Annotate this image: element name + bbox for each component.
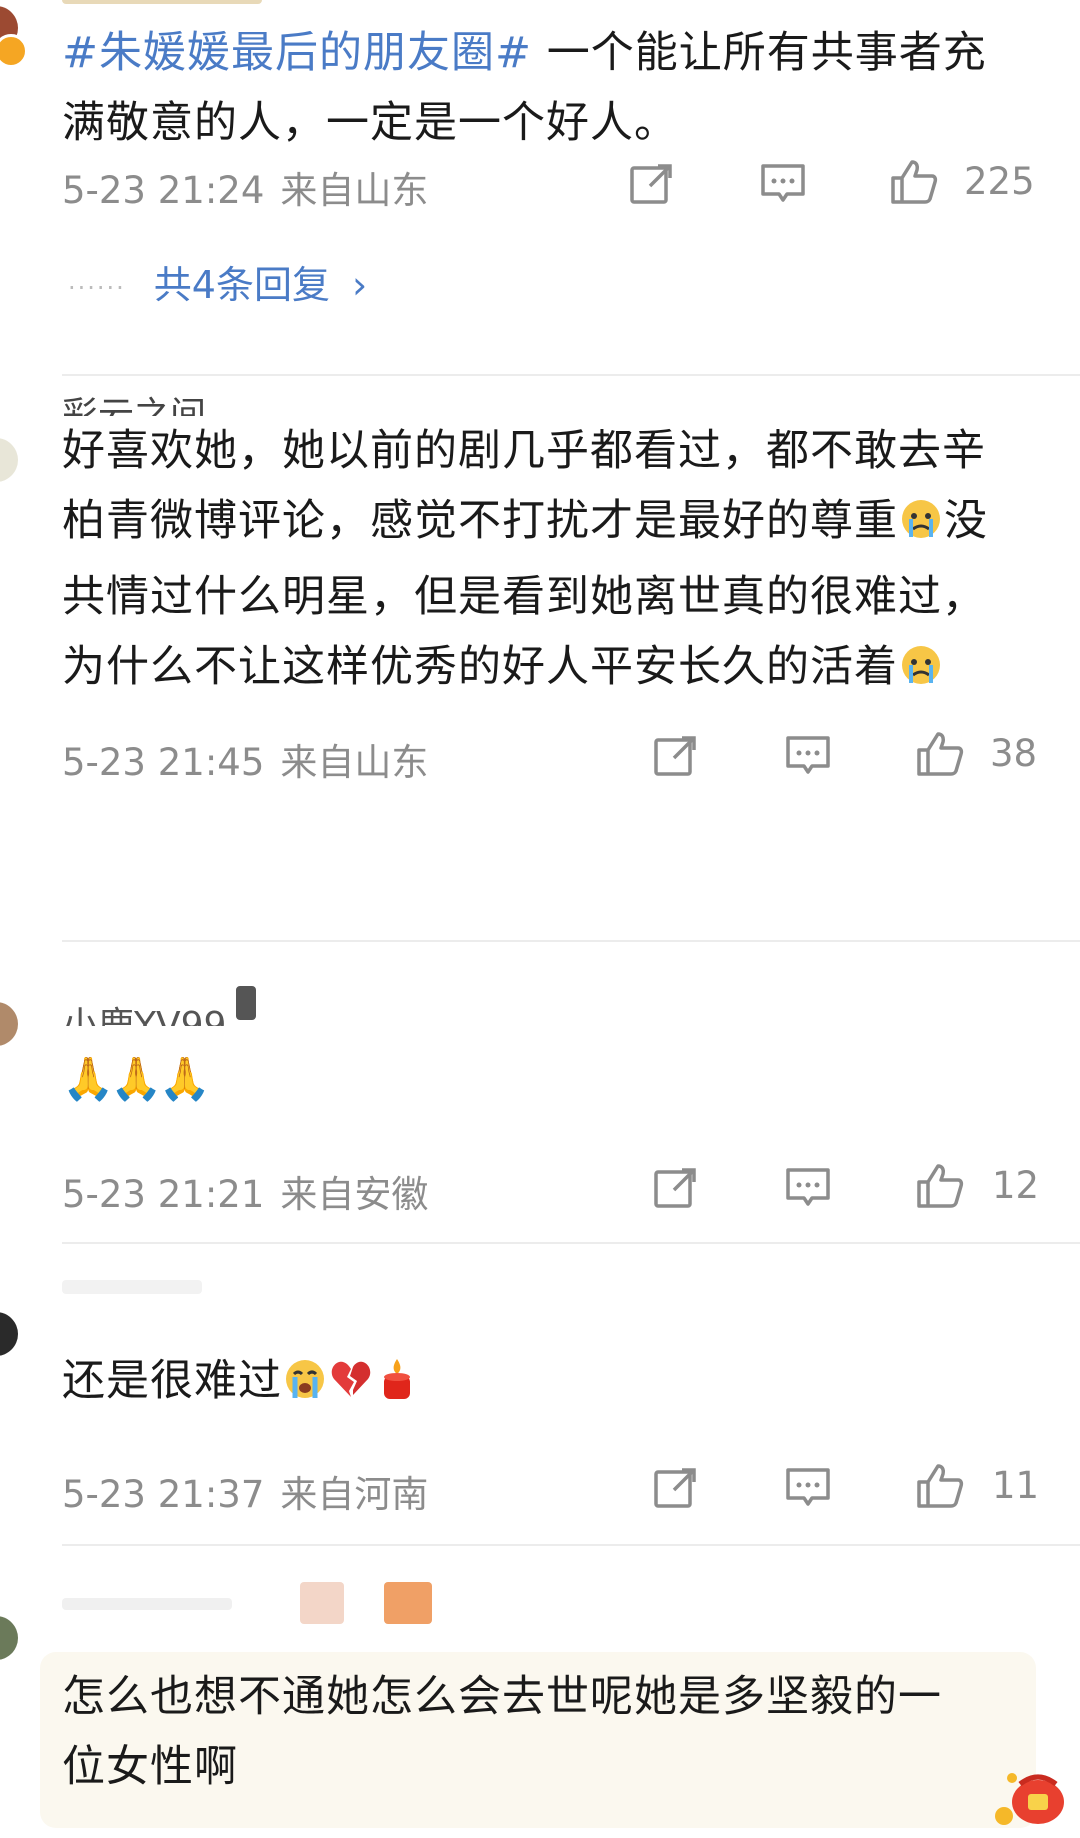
comment-meta: 5-23 21:21 来自安徽: [62, 1164, 428, 1218]
folded-hands-icon: 🙏🙏🙏: [62, 1054, 211, 1103]
timestamp: 5-23 21:24: [62, 169, 265, 212]
avatar[interactable]: [0, 1616, 18, 1660]
username-obscured: [236, 986, 256, 1020]
view-replies-link[interactable]: ······ 共4条回复 ›: [68, 254, 367, 309]
comment-button[interactable]: [782, 1162, 834, 1214]
share-button[interactable]: [650, 1462, 702, 1514]
timestamp: 5-23 21:45: [62, 741, 265, 784]
location: 来自山东: [280, 169, 429, 212]
comment-icon: [761, 164, 805, 202]
username-obscured: [62, 1280, 202, 1294]
share-icon: [654, 736, 696, 776]
avatar[interactable]: [0, 1312, 18, 1356]
comment-text: #朱媛媛最后的朋友圈# 一个能让所有共事者充满敬意的人，一定是一个好人。: [62, 18, 1022, 158]
comment-icon: [786, 1168, 830, 1206]
thumbs-up-icon: [917, 1464, 964, 1508]
crying-face-icon: [899, 638, 943, 708]
broken-heart-icon: [329, 1352, 373, 1422]
like-count: 38: [990, 732, 1038, 775]
chevron-right-icon: ›: [351, 263, 368, 307]
comment-text: 🙏🙏🙏: [62, 1044, 1022, 1114]
location: 来自河南: [280, 1473, 429, 1516]
avatar[interactable]: [0, 1002, 18, 1046]
loudly-crying-face-icon: [283, 1352, 327, 1422]
like-button[interactable]: [914, 1460, 966, 1512]
share-icon: [654, 1468, 696, 1508]
comment-text: 还是很难过: [62, 1346, 1022, 1422]
crying-face-icon: [899, 492, 943, 562]
thumbs-up-icon: [917, 1164, 964, 1208]
share-button[interactable]: [626, 158, 678, 210]
comment-body: 还是很难过: [62, 1356, 282, 1406]
like-count: 11: [992, 1464, 1040, 1507]
share-icon: [654, 1168, 696, 1208]
comment-button[interactable]: [782, 1462, 834, 1514]
comment-item: 还是很难过 5-23 21:37 来自河南 11: [0, 1244, 1080, 1546]
comment-body-part: 好喜欢她，她以前的剧几乎都看过，都不敢去辛柏青微博评论，感觉不打扰才是最好的尊重: [62, 426, 986, 546]
comment-item: 彩云之间 好喜欢她，她以前的剧几乎都看过，都不敢去辛柏青微博评论，感觉不打扰才是…: [0, 376, 1080, 942]
lucky-bag-icon: [990, 1760, 1072, 1830]
comment-icon: [786, 736, 830, 774]
comment-item: 怎么也想不通她怎么会去世呢她是多坚毅的一位女性啊: [0, 1546, 1080, 1838]
comment-text: 好喜欢她，她以前的剧几乎都看过，都不敢去辛柏青微博评论，感觉不打扰才是最好的尊重…: [62, 416, 1022, 708]
comment-body: 怎么也想不通她怎么会去世呢她是多坚毅的一位女性啊: [62, 1672, 942, 1792]
comment-meta: 5-23 21:24 来自山东: [62, 160, 428, 214]
like-count: 12: [992, 1164, 1040, 1207]
location: 来自山东: [280, 741, 429, 784]
username-obscured: [384, 1582, 432, 1624]
verified-badge-icon: [0, 34, 28, 68]
comment-button[interactable]: [757, 158, 809, 210]
location: 来自安徽: [280, 1173, 429, 1216]
username[interactable]: 小鹿YV99: [62, 996, 226, 1026]
like-button[interactable]: [914, 1160, 966, 1212]
like-count: 225: [964, 160, 1035, 203]
username-obscured: [300, 1582, 344, 1624]
reply-dots: ······: [68, 273, 126, 302]
avatar[interactable]: [0, 438, 18, 482]
comment-meta: 5-23 21:37 来自河南: [62, 1464, 428, 1518]
timestamp: 5-23 21:21: [62, 1173, 265, 1216]
comment-item: 小鹿YV99 🙏🙏🙏 5-23 21:21 来自安徽 12: [0, 942, 1080, 1244]
comment-meta: 5-23 21:45 来自山东: [62, 732, 428, 786]
comment-button[interactable]: [782, 730, 834, 782]
comment-icon: [786, 1468, 830, 1506]
thumbs-up-icon: [891, 160, 938, 204]
hashtag-link[interactable]: #朱媛媛最后的朋友圈#: [62, 28, 532, 78]
like-button[interactable]: [888, 156, 940, 208]
username-obscured: [62, 1598, 232, 1610]
share-button[interactable]: [650, 730, 702, 782]
username-obscured: [62, 0, 262, 4]
username[interactable]: 彩云之间: [62, 386, 206, 416]
timestamp: 5-23 21:37: [62, 1473, 265, 1516]
like-button[interactable]: [914, 728, 966, 780]
thumbs-up-icon: [917, 732, 964, 776]
replies-label: 共4条回复: [153, 263, 330, 307]
comment-text: 怎么也想不通她怎么会去世呢她是多坚毅的一位女性啊: [62, 1662, 982, 1802]
comment-item: #朱媛媛最后的朋友圈# 一个能让所有共事者充满敬意的人，一定是一个好人。 5-2…: [0, 0, 1080, 376]
share-icon: [630, 164, 672, 204]
candle-icon: [375, 1352, 419, 1422]
share-button[interactable]: [650, 1162, 702, 1214]
